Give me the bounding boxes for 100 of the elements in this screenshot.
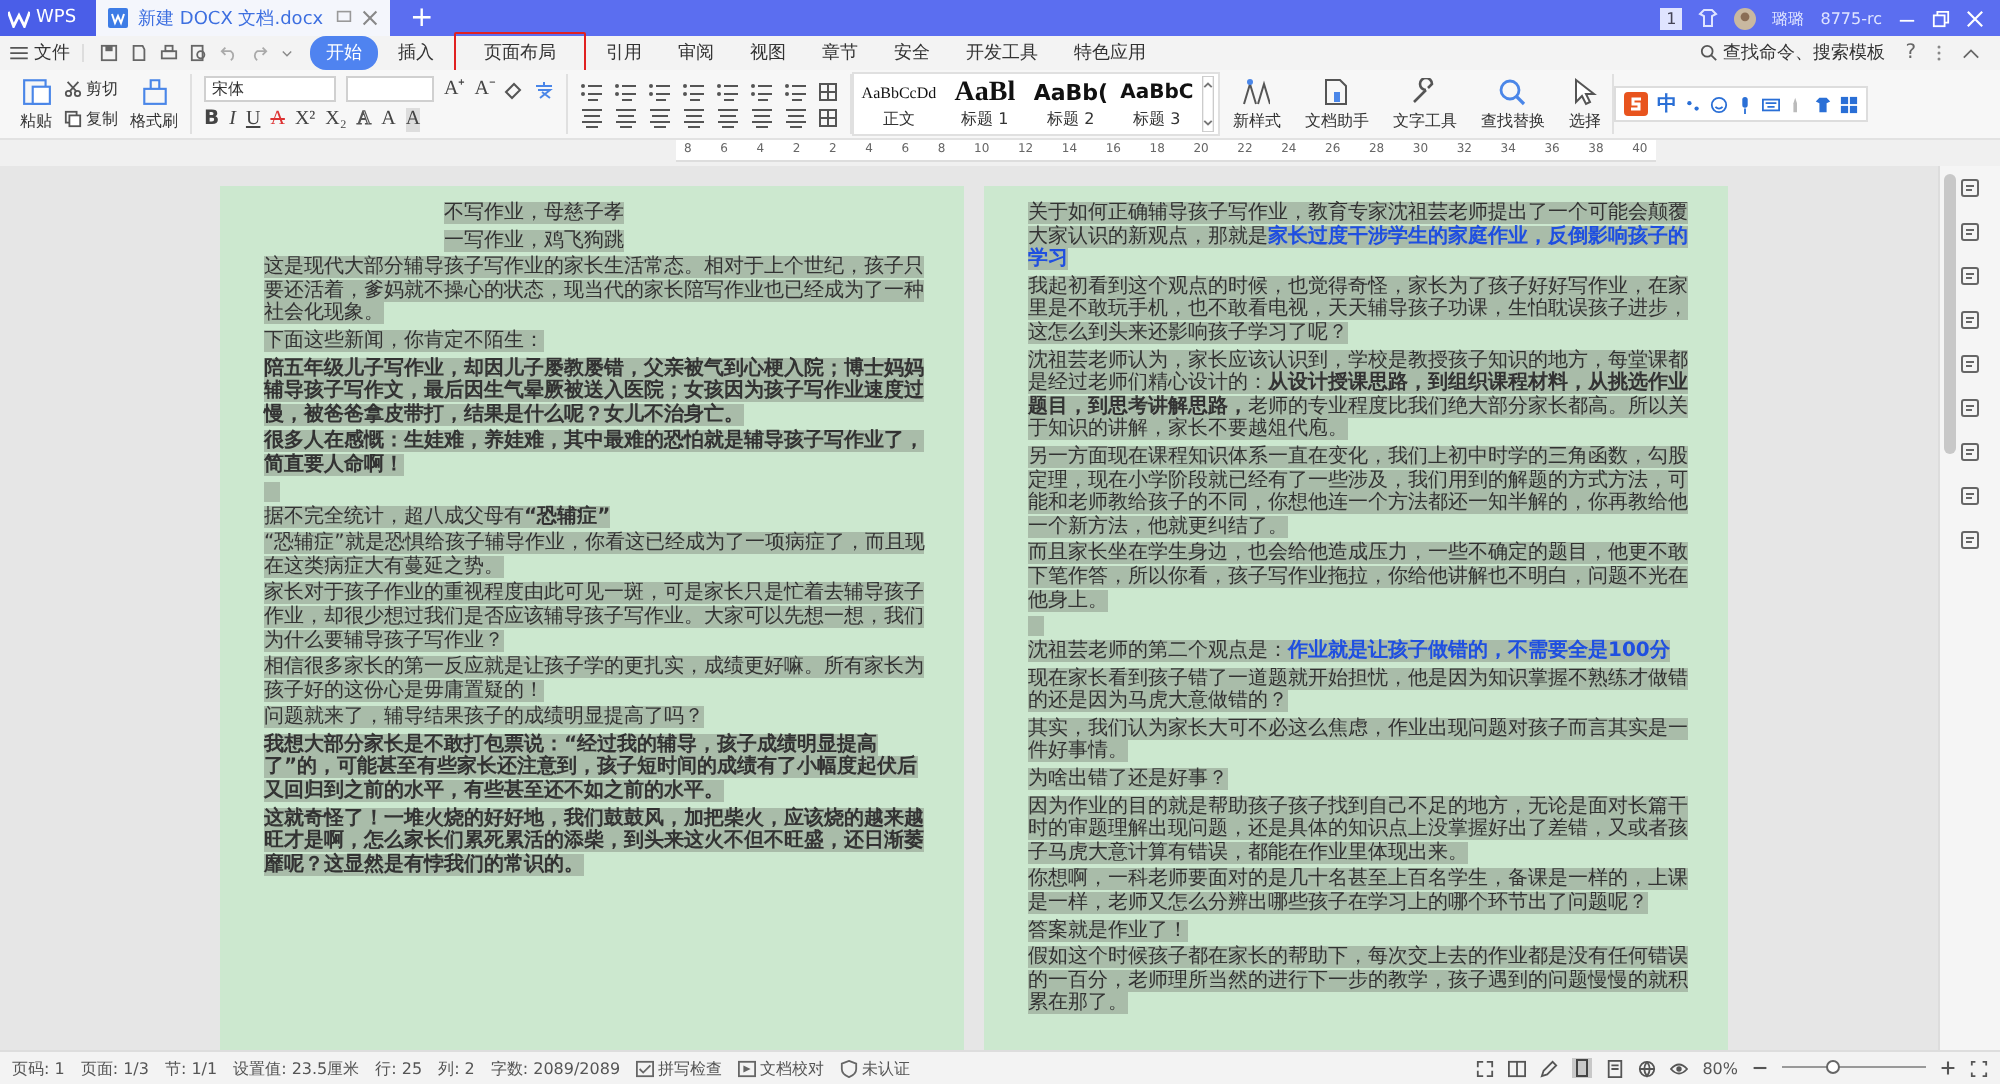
proofread-button[interactable]: 文档校对	[738, 1057, 825, 1079]
file-menu[interactable]: 文件	[10, 40, 82, 66]
borders-icon[interactable]	[818, 107, 839, 127]
app-tab[interactable]: WPS	[0, 0, 97, 36]
font-format-button[interactable]: B	[204, 108, 220, 132]
keyboard-icon[interactable]	[1762, 95, 1781, 113]
document-tab[interactable]: 新建 DOCX 文档.docx	[96, 0, 391, 36]
font-format-button[interactable]: X²	[294, 108, 316, 132]
ribbon-tab[interactable]: 开发工具	[950, 36, 1054, 70]
save-icon[interactable]	[100, 44, 118, 62]
alignment-icon[interactable]	[784, 107, 809, 127]
pen-icon[interactable]	[1540, 1059, 1559, 1077]
paragraph-tool-icon[interactable]	[614, 81, 639, 101]
copy-button[interactable]: 复制	[64, 108, 118, 130]
emoji-icon[interactable]	[1710, 95, 1729, 113]
paragraph-tool-icon[interactable]	[648, 81, 673, 101]
side-panel-tool-icon[interactable]	[1960, 178, 1980, 198]
shirt-icon[interactable]	[1814, 95, 1833, 113]
ribbon-tab[interactable]: 视图	[734, 36, 802, 70]
paragraph-tool-icon[interactable]	[750, 81, 775, 101]
font-format-button[interactable]: A	[405, 108, 421, 132]
skin-icon[interactable]	[1698, 8, 1719, 28]
grid-icon[interactable]	[1840, 95, 1859, 113]
side-panel-tool-icon[interactable]	[1960, 486, 1980, 506]
window-count-badge[interactable]: 1	[1660, 7, 1683, 29]
font-format-button[interactable]: U	[245, 108, 261, 132]
page-view-icon[interactable]	[1572, 1058, 1593, 1078]
find-replace-button[interactable]: 查找替换	[1480, 77, 1545, 131]
web-view-icon[interactable]	[1638, 1059, 1657, 1077]
font-format-button[interactable]: A	[270, 108, 285, 132]
font-name-field[interactable]: 宋体	[204, 76, 336, 102]
ribbon-tab[interactable]: 开始	[310, 36, 378, 70]
alignment-icon[interactable]	[614, 107, 639, 127]
style-option[interactable]: AaBbCcDd 正文	[858, 78, 939, 130]
new-style-button[interactable]: 新样式	[1232, 77, 1281, 131]
font-format-button[interactable]: I	[229, 108, 236, 132]
alignment-icon[interactable]	[648, 107, 673, 127]
paragraph-tool-icon[interactable]	[784, 81, 809, 101]
more-icon[interactable]	[1936, 44, 1942, 62]
text-tools-button[interactable]: 文字工具	[1392, 77, 1457, 131]
paragraph-tool-icon[interactable]	[682, 81, 707, 101]
side-panel-tool-icon[interactable]	[1960, 354, 1980, 374]
paragraph-tool-icon[interactable]	[580, 81, 605, 101]
side-panel-tool-icon[interactable]	[1960, 266, 1980, 286]
language-mode[interactable]: 中	[1656, 90, 1677, 118]
reading-mode-icon[interactable]	[1508, 1059, 1527, 1077]
close-icon[interactable]	[362, 10, 379, 26]
font-size-button[interactable]: A⁻	[474, 77, 495, 101]
alignment-icon[interactable]	[580, 107, 605, 127]
pinyin-guide-icon[interactable]	[534, 79, 555, 99]
print-icon[interactable]	[160, 44, 178, 62]
alignment-icon[interactable]	[682, 107, 707, 127]
side-panel-tool-icon[interactable]	[1960, 442, 1980, 462]
style-option[interactable]: AaBb( 标题 2	[1030, 78, 1111, 130]
cut-button[interactable]: 剪切	[64, 78, 118, 100]
side-panel-tool-icon[interactable]	[1960, 530, 1980, 550]
gallery-scroll-icon[interactable]	[1202, 76, 1215, 132]
certification-button[interactable]: 未认证	[840, 1057, 911, 1079]
eraser-icon[interactable]	[504, 79, 525, 99]
font-format-button[interactable]: X₂	[325, 108, 347, 132]
font-size-button[interactable]: A⁺	[444, 77, 465, 101]
ribbon-tab[interactable]: 安全	[878, 36, 946, 70]
new-tab-button[interactable]: +	[410, 0, 434, 36]
ribbon-tab[interactable]: 审阅	[662, 36, 730, 70]
ribbon-tab[interactable]: 特色应用	[1058, 36, 1162, 70]
zoom-slider-thumb[interactable]	[1825, 1060, 1840, 1074]
table-border-icon[interactable]	[818, 81, 839, 101]
side-panel-tool-icon[interactable]	[1960, 222, 1980, 242]
font-size-field[interactable]	[346, 76, 434, 102]
style-option[interactable]: AaBl 标题 1	[944, 78, 1025, 130]
ribbon-tab[interactable]: 插入	[382, 36, 450, 70]
ime-logo-icon[interactable]	[1624, 92, 1649, 116]
help-button[interactable]: ?	[1905, 42, 1916, 64]
eye-icon[interactable]	[1670, 1059, 1689, 1077]
document-assistant-button[interactable]: 文档助手	[1304, 77, 1369, 131]
customize-icon[interactable]	[280, 46, 294, 60]
punctuation-icon[interactable]	[1684, 95, 1703, 113]
outline-view-icon[interactable]	[1606, 1059, 1625, 1077]
side-panel-tool-icon[interactable]	[1960, 310, 1980, 330]
zoom-in-icon[interactable]	[1940, 1060, 1956, 1076]
side-panel-tool-icon[interactable]	[1960, 398, 1980, 418]
fullscreen-icon[interactable]	[1476, 1059, 1495, 1077]
format-painter-button[interactable]: 格式刷	[130, 76, 178, 132]
restore-icon[interactable]	[1932, 9, 1950, 27]
comment-icon[interactable]	[336, 10, 353, 26]
alignment-icon[interactable]	[750, 107, 775, 127]
ribbon-tab[interactable]: 章节	[806, 36, 874, 70]
paragraph-tool-icon[interactable]	[716, 81, 741, 101]
spell-check-button[interactable]: 拼写检查	[636, 1057, 723, 1079]
font-format-button[interactable]: A	[381, 108, 396, 132]
scroll-bar[interactable]	[1944, 174, 1956, 454]
print-preview-icon[interactable]	[190, 44, 208, 62]
export-icon[interactable]	[130, 44, 148, 62]
fit-page-icon[interactable]	[1970, 1059, 1988, 1077]
select-button[interactable]: 选择	[1568, 77, 1601, 131]
style-option[interactable]: AaBbC 标题 3	[1116, 78, 1197, 130]
paste-button[interactable]: 粘贴	[20, 76, 52, 132]
user-name[interactable]: 璐璐	[1772, 7, 1805, 29]
zoom-slider[interactable]	[1782, 1058, 1926, 1078]
zoom-level[interactable]: 80%	[1702, 1059, 1738, 1077]
